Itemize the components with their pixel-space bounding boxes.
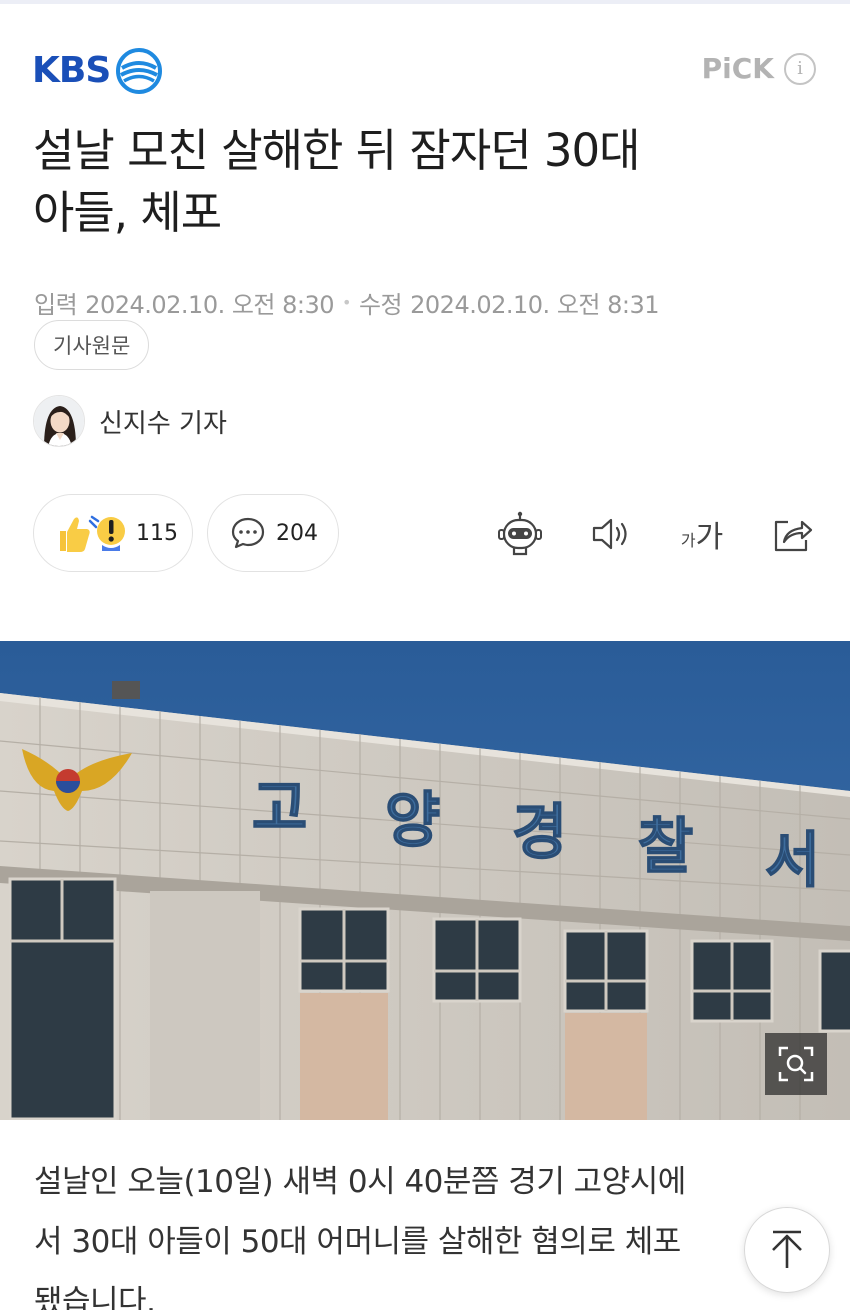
headline-line: 아들, 체포: [33, 186, 222, 239]
arrow-up-icon: [772, 1230, 802, 1268]
reporter-name: 신지수 기자: [99, 408, 227, 439]
read-aloud-button[interactable]: [587, 510, 635, 558]
police-station-image: 고 양 경 찰 서: [0, 641, 850, 1120]
modified-label: 수정: [358, 291, 403, 319]
font-size-button[interactable]: 가가: [674, 510, 730, 558]
speaker-icon: [592, 518, 627, 550]
reaction-count: 115: [136, 520, 178, 546]
action-bar: 115 204 가가: [0, 494, 850, 574]
body-line: 됐습니다.: [34, 1284, 156, 1310]
comment-icon: [231, 517, 265, 549]
avatar-image: [34, 396, 84, 446]
separator-dot: •: [342, 293, 351, 312]
body-line: 서 30대 아들이 50대 어머니를 살해한 혐의로 체포: [34, 1224, 681, 1260]
comment-count: 204: [276, 520, 318, 546]
header: KBS PiCK i: [0, 44, 850, 100]
article-dates: 입력 2024.02.10. 오전 8:30 • 수정 2024.02.10. …: [34, 285, 659, 320]
robot-icon: [498, 511, 542, 556]
article-headline: 설날 모친 살해한 뒤 잠자던 30대 아들, 체포: [33, 120, 813, 244]
body-line: 설날인 오늘(10일) 새벽 0시 40분쯤 경기 고양시에: [34, 1164, 686, 1200]
comment-button[interactable]: 204: [207, 494, 339, 572]
pick-label: PiCK: [701, 52, 774, 85]
reporter-info[interactable]: 신지수 기자: [33, 395, 227, 447]
kbs-logo[interactable]: KBS: [32, 48, 163, 94]
share-button[interactable]: [768, 510, 816, 558]
ai-summary-button[interactable]: [496, 510, 544, 558]
zoom-image-button[interactable]: [765, 1033, 827, 1095]
reporter-avatar[interactable]: [33, 395, 85, 447]
published-date: 2024.02.10. 오전 8:30: [85, 291, 335, 319]
sign-char: 경: [512, 798, 567, 868]
sign-char: 양: [385, 786, 440, 856]
article-photo[interactable]: 고 양 경 찰 서: [0, 641, 850, 1120]
sign-char: 찰: [638, 812, 693, 882]
top-divider: [0, 0, 850, 4]
info-icon[interactable]: i: [784, 52, 816, 85]
font-big-label: 가: [695, 520, 724, 555]
published-label: 입력: [34, 291, 78, 319]
font-small-label: 가: [680, 531, 696, 550]
share-icon: [774, 520, 813, 552]
pick-badge[interactable]: PiCK i: [702, 52, 816, 85]
zoom-icon: [778, 1046, 814, 1082]
article-body: 설날인 오늘(10일) 새벽 0시 40분쯤 경기 고양시에 서 30대 아들이…: [34, 1152, 804, 1310]
kbs-globe-icon: [116, 48, 163, 94]
reaction-emoji-icon: [60, 515, 125, 552]
brand-name: KBS: [32, 50, 111, 91]
original-article-button[interactable]: 기사원문: [34, 320, 150, 370]
scroll-to-top-button[interactable]: [744, 1207, 830, 1293]
modified-date: 2024.02.10. 오전 8:31: [410, 291, 659, 319]
headline-line: 설날 모친 살해한 뒤 잠자던 30대: [33, 124, 641, 177]
reaction-button[interactable]: 115: [33, 494, 193, 572]
sign-char: 서: [765, 826, 820, 896]
sign-char: 고: [252, 774, 307, 844]
